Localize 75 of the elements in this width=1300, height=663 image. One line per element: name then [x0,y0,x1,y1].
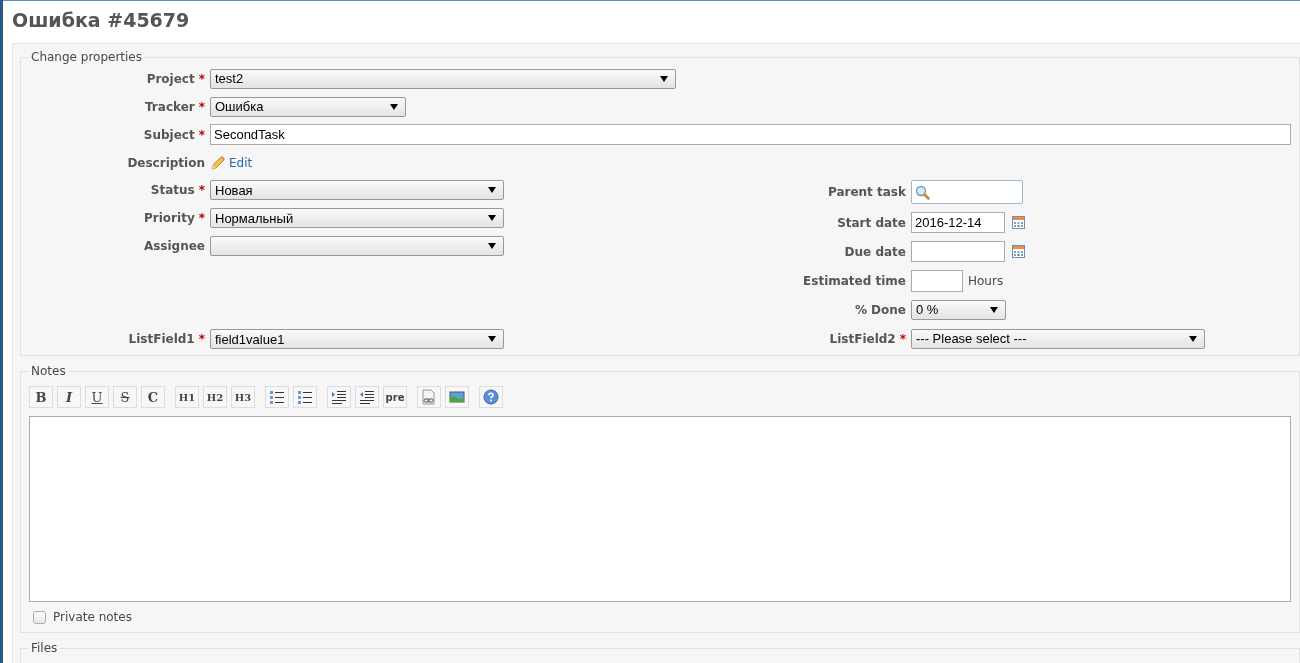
field-label: Due date [844,244,906,259]
link-button[interactable] [417,386,441,408]
outdent-button[interactable] [355,386,379,408]
unit-label: Hours [968,273,1004,288]
format-button[interactable]: S [113,386,137,408]
required-mark: * [198,71,205,86]
outdent-icon [359,389,375,405]
required-mark: * [198,99,205,114]
bulleted-list-button[interactable] [265,386,289,408]
fieldset-legend: Notes [29,364,68,378]
fieldset-legend: Files [29,641,60,655]
select-dropdown[interactable] [210,236,504,256]
format-button[interactable]: pre [383,386,407,408]
select-dropdown[interactable]: Нормальный [210,208,504,228]
field-label: Estimated time [803,273,906,288]
date-input[interactable] [911,241,1005,262]
image-button[interactable] [445,386,469,408]
caret-icon [660,74,668,83]
select-dropdown[interactable]: --- Please select --- [911,328,1205,349]
caret-icon [1189,334,1197,343]
text-input[interactable]: SecondTask [210,124,1291,145]
format-button[interactable]: U [85,386,109,408]
field-label: % Done [854,302,906,317]
checkbox-label: Private notes [53,610,132,624]
select-dropdown[interactable]: 0 % [911,299,1006,320]
fieldset-legend: Change properties [29,50,144,64]
select-dropdown[interactable]: Новая [210,180,504,200]
indent-icon [331,389,347,405]
select-dropdown[interactable]: Ошибка [210,96,406,117]
format-button[interactable]: I [57,386,81,408]
checkbox[interactable] [33,610,46,624]
link-icon [421,389,437,405]
field-label: Priority [144,211,195,225]
field-label: Project [146,71,195,86]
bulleted-list-icon [269,389,285,405]
field-label: Start date [837,215,906,230]
hours-input[interactable] [911,269,963,292]
field-label: ListField2 [829,331,896,346]
caret-icon [488,214,496,222]
search-input[interactable] [911,180,1023,204]
caret-icon [488,242,496,250]
caret-icon [990,305,998,314]
required-mark: * [198,183,205,197]
field-label: Subject [143,127,195,142]
caret-icon [390,102,398,111]
format-button[interactable]: B [29,386,53,408]
field-label: Parent task [827,185,906,199]
calendar-icon[interactable] [1011,244,1026,259]
date-input[interactable]: 2016-12-14 [911,212,1005,233]
pencil-icon [210,155,225,170]
field-label: ListField1 [128,332,195,346]
help-icon [483,389,499,405]
calendar-icon[interactable] [1011,215,1026,230]
required-mark: * [198,332,205,346]
caret-icon [488,186,496,194]
search-icon [915,184,930,200]
required-mark: * [198,211,205,225]
field-label: Status [150,183,195,197]
select-dropdown[interactable]: field1value1 [210,329,504,349]
edit-link[interactable]: Edit [229,155,253,170]
format-button[interactable]: H2 [203,386,227,408]
indent-button[interactable] [327,386,351,408]
caret-icon [488,335,496,343]
format-button[interactable]: H3 [231,386,255,408]
select-dropdown[interactable]: test2 [210,68,676,89]
format-button[interactable]: C [141,386,165,408]
help-button[interactable] [479,386,503,408]
page-title: Ошибка #45679 [11,8,191,33]
field-label: Description [127,155,205,170]
field-label: Tracker [145,99,195,114]
format-button[interactable]: H1 [175,386,199,408]
field-label: Assignee [143,239,205,253]
image-icon [449,389,465,405]
required-mark: * [899,331,906,346]
required-mark: * [198,127,205,142]
